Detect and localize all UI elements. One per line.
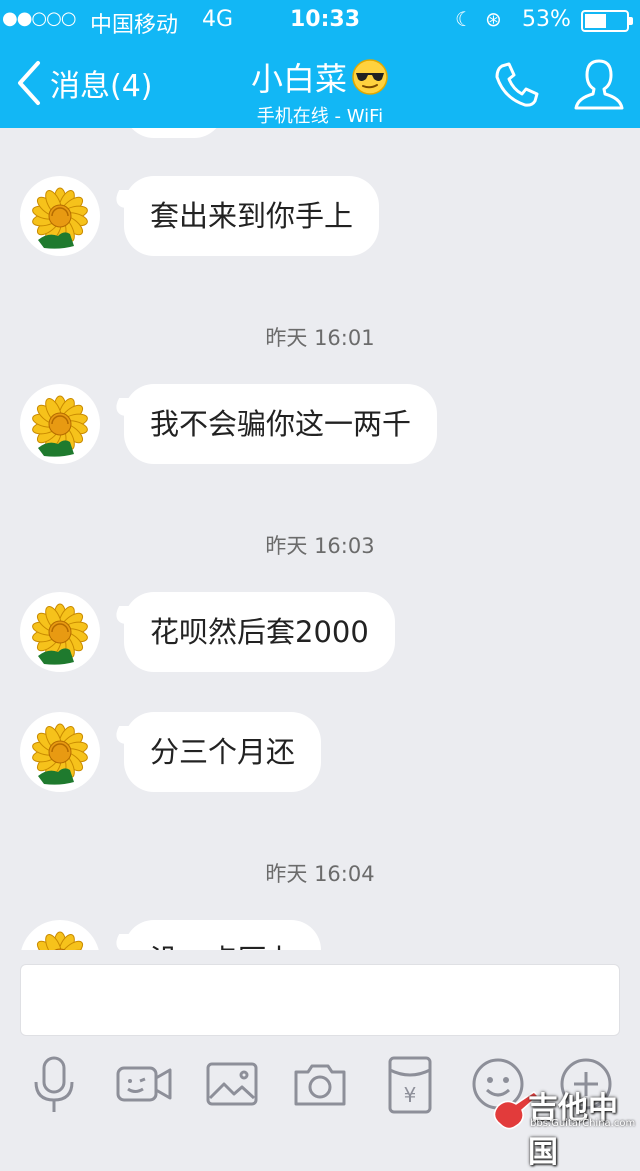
image-icon[interactable]: [202, 1054, 262, 1116]
status-bar: ●●○○○ 中国移动 4G 10:33 ☾ ⊛ 53%: [0, 0, 640, 40]
timestamp: 昨天 16:04: [265, 862, 375, 886]
rotation-lock-icon: ⊛: [485, 7, 502, 31]
video-icon[interactable]: [114, 1054, 174, 1116]
phone-call-icon[interactable]: [492, 60, 542, 110]
network-type: 4G: [202, 7, 234, 32]
message-bubble[interactable]: 没一点压力: [124, 920, 322, 950]
sunglasses-emoji-icon: [352, 59, 388, 95]
contact-avatar[interactable]: [20, 384, 100, 464]
message-bubble[interactable]: 分三个月还: [124, 712, 322, 792]
message-list[interactable]: 套出来到你手上 昨天 16:01 我不会骗你这一两千 昨天 16:03 花呗然后…: [0, 128, 640, 950]
top-bar: ●●○○○ 中国移动 4G 10:33 ☾ ⊛ 53% 消息(4) 小白菜 手机…: [0, 0, 640, 128]
sunflower-avatar-icon: [32, 187, 88, 249]
clock: 10:33: [290, 7, 361, 32]
contact-status: 手机在线 - WiFi: [256, 106, 384, 127]
watermark-url: bbs.GuitarChina.com: [530, 1118, 636, 1129]
message-bubble[interactable]: 套出来到你手上: [124, 176, 380, 256]
profile-icon[interactable]: [572, 56, 626, 112]
contact-avatar[interactable]: [20, 712, 100, 792]
message-bubble[interactable]: 花呗然后套2000: [124, 592, 395, 672]
signal-strength: ●●○○○: [2, 8, 77, 29]
microphone-icon[interactable]: [24, 1054, 84, 1116]
contact-avatar[interactable]: [20, 920, 100, 950]
contact-avatar[interactable]: [20, 176, 100, 256]
sunflower-avatar-icon: [32, 931, 88, 950]
camera-icon[interactable]: [290, 1054, 350, 1116]
chat-title[interactable]: 小白菜 手机在线 - WiFi: [0, 54, 640, 128]
message-bubble[interactable]: 我不会骗你这一两千: [124, 384, 438, 464]
carrier-name: 中国移动: [90, 13, 179, 38]
battery-percentage: 53%: [522, 7, 571, 32]
svg-text:¥: ¥: [404, 1083, 417, 1107]
sunflower-avatar-icon: [32, 723, 88, 785]
red-packet-icon[interactable]: ¥: [380, 1054, 440, 1116]
sunflower-avatar-icon: [32, 395, 88, 457]
battery-icon: [581, 10, 633, 32]
message-input[interactable]: [20, 964, 620, 1036]
message-bubble[interactable]: [124, 128, 224, 138]
contact-name: 小白菜: [250, 60, 347, 98]
sunflower-avatar-icon: [32, 603, 88, 665]
timestamp: 昨天 16:03: [265, 534, 375, 558]
timestamp: 昨天 16:01: [265, 326, 375, 350]
contact-avatar[interactable]: [20, 592, 100, 672]
do-not-disturb-icon: ☾: [455, 7, 473, 31]
